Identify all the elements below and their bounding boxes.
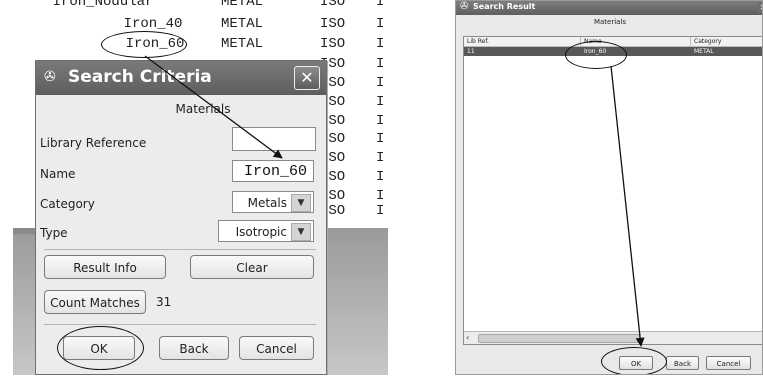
list-cell-type: ISO (320, 16, 346, 32)
type-select[interactable]: Isotropic ▼ (218, 220, 314, 242)
list-cell-category: METAL (221, 36, 264, 52)
divider (44, 324, 316, 325)
subtitle-text: Materials (175, 102, 231, 116)
category-select[interactable]: Metals ▼ (232, 191, 314, 213)
name-input[interactable]: Iron_60 (232, 160, 314, 182)
list-cell-tail: I (376, 113, 385, 129)
dialog-title: Search Criteria (68, 67, 212, 87)
close-button[interactable]: ✕ (294, 66, 320, 90)
column-header[interactable]: Category (691, 37, 762, 47)
type-value: Isotropic (235, 225, 287, 239)
cancel-button[interactable]: Cancel (239, 336, 314, 360)
list-cell-tail: I (376, 16, 385, 32)
back-button[interactable]: Back (159, 336, 229, 360)
list-cell-category: METAL (221, 0, 264, 10)
cell-category: METAL (694, 48, 714, 55)
dialog-subtitle: Materials (36, 102, 326, 116)
dialog-title-bar: ✇ Search Result ✕ (456, 1, 762, 15)
chevron-down-icon[interactable]: ▼ (291, 194, 311, 212)
type-label: Type (40, 226, 68, 240)
close-button[interactable]: ✕ (758, 2, 762, 13)
list-cell-tail: I (376, 75, 385, 91)
list-cell-tail: I (376, 94, 385, 110)
list-cell-tail: I (376, 188, 385, 204)
highlight-ellipse (565, 41, 627, 69)
category-value: Metals (247, 196, 287, 210)
divider (44, 249, 316, 250)
search-criteria-screenshot: Iron_Nodular METAL ISO I Iron_40 METAL I… (13, 0, 388, 375)
dialog-title-bar: ✇ Search Criteria ✕ (36, 61, 326, 95)
list-cell-name: Iron_Nodular (52, 0, 154, 10)
horizontal-scrollbar[interactable]: ‹ › (464, 331, 762, 344)
list-cell-tail: I (376, 203, 385, 219)
results-table: Lib Ref. Name Category 11 Iron_60 METAL … (463, 36, 762, 345)
count-value: 31 (156, 295, 172, 309)
cancel-button[interactable]: Cancel (706, 356, 751, 370)
list-row: Iron_60 METAL ISO I (13, 36, 388, 54)
count-matches-button[interactable]: Count Matches (44, 290, 146, 314)
list-cell-type: ISO (320, 36, 346, 52)
library-reference-label: Library Reference (40, 136, 147, 150)
list-cell-category: METAL (221, 16, 264, 32)
highlight-ellipse (101, 31, 187, 58)
scrollbar-thumb[interactable] (478, 334, 640, 343)
library-reference-input[interactable] (232, 127, 316, 151)
cell-lib-ref: 11 (467, 48, 475, 55)
list-cell-tail: I (376, 0, 385, 10)
list-row: Iron_Nodular METAL ISO I (13, 0, 388, 12)
back-button[interactable]: Back (666, 356, 699, 370)
binoculars-icon: ✇ (460, 1, 469, 12)
chevron-down-icon[interactable]: ▼ (291, 223, 311, 241)
list-row: Iron_40 METAL ISO I (13, 16, 388, 34)
list-cell-tail: I (376, 169, 385, 185)
binoculars-icon: ✇ (44, 69, 56, 85)
result-info-button[interactable]: Result Info (44, 255, 166, 279)
list-cell-tail: I (376, 131, 385, 147)
dialog-title: Search Result (473, 2, 536, 11)
list-cell-name: Iron_40 (123, 16, 183, 32)
search-result-dialog: ✇ Search Result ✕ Materials Lib Ref. Nam… (455, 0, 763, 375)
dialog-subtitle: Materials (593, 18, 627, 26)
category-label: Category (40, 197, 95, 211)
list-cell-tail: I (376, 56, 385, 72)
highlight-ellipse (601, 347, 667, 374)
highlight-ellipse (57, 326, 144, 370)
list-cell-tail: I (376, 36, 385, 52)
column-header[interactable]: Lib Ref. (464, 37, 581, 47)
clear-button[interactable]: Clear (190, 255, 314, 279)
scroll-left-icon[interactable]: ‹ (466, 333, 469, 342)
name-label: Name (40, 167, 76, 181)
list-cell-type: ISO (320, 0, 346, 10)
list-cell-tail: I (376, 150, 385, 166)
